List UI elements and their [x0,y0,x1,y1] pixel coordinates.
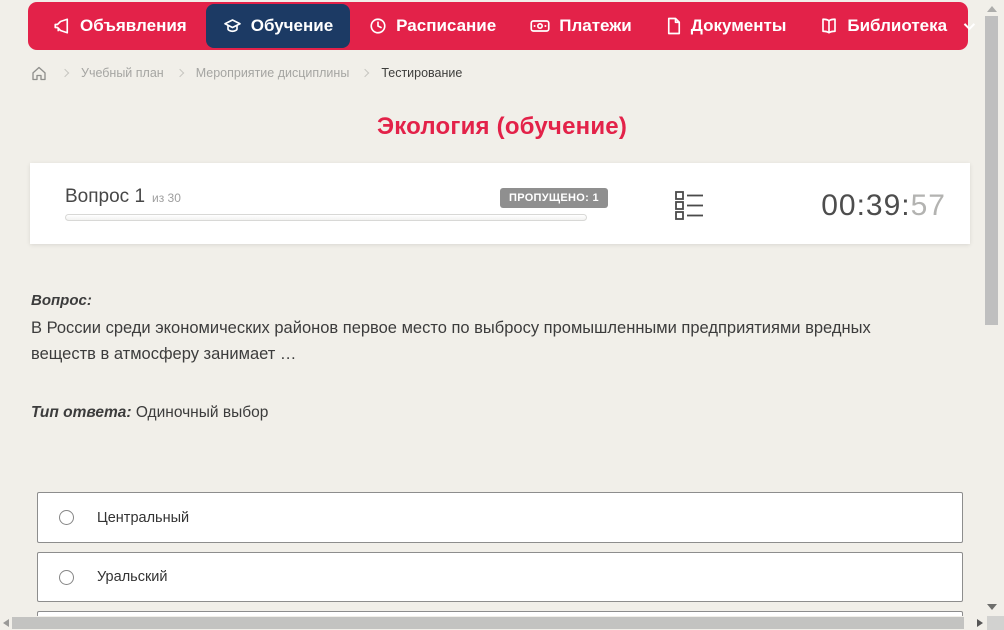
nav-item-label: Платежи [559,16,632,35]
clock-icon [369,17,387,35]
home-icon[interactable] [31,66,47,81]
question-total: из 30 [152,191,181,205]
nav-item-schedule[interactable]: Расписание [352,2,513,50]
exam-timer: 00:39:57 [821,189,946,223]
skipped-badge: ПРОПУЩЕНО: 1 [500,188,608,208]
answer-option-label: Уральский [97,569,168,585]
nav-item-library[interactable]: Библиотека [803,2,989,50]
question-progress-bar [65,214,587,221]
document-icon [666,17,682,35]
scroll-down-arrow-icon[interactable] [987,604,997,610]
main-nav: Объявления Обучение Расписание Платежи Д… [28,2,976,50]
nav-item-documents[interactable]: Документы [649,2,804,50]
question-list-icon[interactable] [675,189,704,227]
scroll-up-arrow-icon[interactable] [987,6,997,12]
nav-item-payments[interactable]: Платежи [513,2,649,50]
answer-type-label: Тип ответа: [31,404,132,421]
timer-seconds: 57 [910,189,946,222]
timer-hours-minutes: 00:39: [821,189,911,222]
nav-item-announcements[interactable]: Объявления [36,2,204,50]
answer-option-central[interactable]: Центральный [37,492,963,543]
answer-type-value: Одиночный выбор [135,404,269,421]
book-icon [820,17,838,35]
breadcrumb-discipline-event[interactable]: Мероприятие дисциплины [194,66,352,80]
answer-options: Центральный Уральский [37,492,963,630]
breadcrumb-study-plan[interactable]: Учебный план [79,66,166,80]
horizontal-scrollbar-thumb[interactable] [12,617,964,629]
breadcrumb-separator-icon [361,68,370,78]
question-text: В России среди экономических районов пер… [31,319,871,363]
nav-item-label: Документы [690,16,787,35]
vertical-scrollbar-thumb[interactable] [985,16,998,325]
nav-item-label: Библиотека [847,16,948,35]
answer-option-ural[interactable]: Уральский [37,552,963,602]
scrollbar-corner [987,616,1004,630]
page-title: Экология (обучение) [376,113,628,140]
nav-item-label: Обучение [250,16,334,35]
megaphone-icon [53,17,71,35]
question-number-label: Вопрос 1 [65,186,146,207]
breadcrumb-separator-icon [175,68,184,78]
radio-icon[interactable] [59,569,74,585]
breadcrumb: Учебный план Мероприятие дисциплины Тест… [31,63,464,83]
scroll-right-arrow-icon[interactable] [977,619,983,627]
breadcrumb-testing: Тестирование [381,66,463,80]
answer-type-line: Тип ответа: Одиночный выбор [31,404,268,422]
nav-item-education[interactable]: Обучение [205,4,351,48]
answer-option-label: Центральный [97,509,190,526]
nav-item-label: Объявления [80,16,187,35]
chevron-down-icon [963,18,976,31]
nav-item-label: Расписание [396,16,497,35]
breadcrumb-separator-icon [60,68,70,78]
test-page: Объявления Обучение Расписание Платежи Д… [0,0,1004,630]
question-number: Вопрос 1 из 30 [65,186,181,208]
banknote-icon [530,17,550,35]
graduation-cap-icon [223,17,242,35]
question-prompt-label: Вопрос: [31,292,92,309]
scroll-left-arrow-icon[interactable] [3,619,9,627]
question-header-card: Вопрос 1 из 30 ПРОПУЩЕНО: 1 00:39:57 [30,163,970,244]
radio-icon[interactable] [59,510,74,525]
